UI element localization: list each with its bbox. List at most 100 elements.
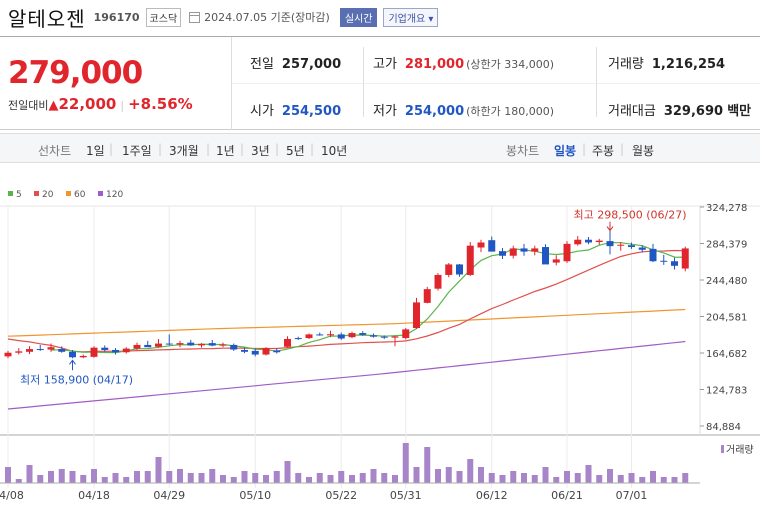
candle-body bbox=[284, 338, 291, 347]
volume-bar bbox=[273, 471, 280, 483]
tab-1d[interactable]: 1일 bbox=[86, 142, 105, 159]
candle-body bbox=[423, 289, 431, 303]
legend-swatch bbox=[8, 191, 13, 196]
volume-legend-label: 거래량 bbox=[726, 444, 754, 456]
volume-bar bbox=[241, 471, 248, 483]
tab-daily[interactable]: 일봉 bbox=[554, 142, 576, 159]
candle-body bbox=[348, 333, 356, 338]
candle-body bbox=[305, 334, 313, 339]
realtime-button[interactable]: 실시간 bbox=[339, 7, 378, 27]
candle-body bbox=[122, 348, 130, 353]
tab-monthly[interactable]: 월봉 bbox=[632, 142, 654, 159]
candle-body bbox=[176, 343, 184, 345]
candle-body bbox=[499, 251, 506, 256]
candle-body bbox=[15, 351, 23, 353]
volume-bar bbox=[166, 471, 173, 483]
volume-bar bbox=[91, 469, 97, 483]
volume-bar bbox=[553, 477, 560, 483]
volume-bar bbox=[134, 471, 140, 483]
tab-1y[interactable]: 1년 bbox=[216, 142, 235, 159]
candlestick-chart[interactable]: 5 20 60 120 324,278 284,379 244,480 204,581 164… bbox=[0, 163, 760, 510]
volume-bar bbox=[349, 475, 355, 483]
candle-body bbox=[133, 344, 141, 349]
candle-body bbox=[155, 343, 162, 347]
volume-bar bbox=[370, 469, 377, 483]
high-price: 고가 281,000 (상한가 334,000) bbox=[373, 57, 555, 72]
x-tick-label: 07/01 bbox=[616, 489, 648, 502]
x-tick-label: 05/10 bbox=[239, 489, 271, 502]
y-tick-label: 204,581 bbox=[706, 313, 747, 324]
volume-bar bbox=[316, 473, 323, 483]
volume-bar bbox=[15, 479, 22, 483]
volume-bar bbox=[650, 471, 656, 483]
candle-body bbox=[628, 245, 635, 248]
volume-bar bbox=[295, 473, 302, 483]
high-annotation: 최고 298,500 (06/27) bbox=[573, 209, 686, 222]
x-tick-label: 06/12 bbox=[476, 489, 508, 502]
volume-bar bbox=[596, 475, 603, 483]
candle-body bbox=[198, 344, 205, 346]
candle-chart-label: 봉차트 bbox=[506, 144, 540, 158]
candle-body bbox=[552, 259, 560, 263]
x-axis: 04/08 04/18 04/29 05/10 05/22 05/31 06/12 06/21… bbox=[0, 482, 700, 502]
volume-bar bbox=[574, 473, 581, 483]
volume-bar bbox=[306, 477, 312, 483]
volume-bar bbox=[187, 473, 194, 483]
legend-label: 20 bbox=[42, 190, 54, 200]
volume-bar bbox=[585, 465, 592, 483]
candle-body bbox=[434, 274, 442, 289]
volume-bar bbox=[5, 467, 11, 483]
candle-body bbox=[26, 349, 33, 352]
candle-body bbox=[262, 348, 270, 355]
y-axis: 324,278 284,379 244,480 204,581 164,682 124,7… bbox=[700, 203, 747, 433]
candle-body bbox=[241, 349, 248, 352]
quote-date: 2024.07.05 기준(장마감) bbox=[204, 11, 330, 24]
candle-body bbox=[509, 248, 517, 256]
candle-body bbox=[660, 260, 668, 262]
volume-bar bbox=[435, 469, 441, 483]
tab-3m[interactable]: 3개월 bbox=[169, 142, 199, 159]
volume-bar bbox=[510, 471, 517, 483]
candle-body bbox=[531, 248, 539, 252]
volume-bars: 거래량 bbox=[5, 443, 754, 483]
volume-bar bbox=[499, 475, 506, 483]
volume-bar bbox=[230, 477, 237, 483]
volume-bar bbox=[26, 465, 33, 483]
volume-bar bbox=[37, 475, 44, 483]
price-summary: 279,000 전일대비▲22,000 | +8.56% 전일 257,000 고가 2… bbox=[0, 36, 760, 130]
volume-bar bbox=[478, 467, 484, 483]
candle-body bbox=[542, 247, 549, 265]
volume-bar bbox=[327, 475, 334, 483]
tab-10y[interactable]: 10년 bbox=[321, 142, 347, 159]
legend-swatch bbox=[98, 191, 103, 196]
company-overview-dropdown[interactable]: 기업개요 ▾ bbox=[383, 7, 439, 27]
change-label: 전일대비 bbox=[8, 99, 49, 112]
ma20-line bbox=[7, 249, 686, 353]
tab-3y[interactable]: 3년 bbox=[251, 142, 270, 159]
candle-body bbox=[445, 264, 453, 275]
volume-bar bbox=[220, 475, 226, 483]
chart-annotations: 최고 298,500 (06/27) 최저 158,900 (04/17) bbox=[20, 209, 687, 387]
volume-bar bbox=[521, 473, 527, 483]
line-chart-label: 선차트 bbox=[38, 144, 72, 158]
ma5-line bbox=[50, 241, 686, 354]
volume-bar bbox=[177, 469, 183, 483]
candle-body bbox=[4, 352, 12, 357]
candle-body bbox=[208, 343, 216, 346]
volume-bar bbox=[198, 473, 205, 483]
stock-header: 알테오젠 196170 코스닥 2024.07.05 기준(장마감) 실시간 기… bbox=[0, 0, 760, 34]
candle-body bbox=[294, 338, 302, 340]
tab-5y[interactable]: 5년 bbox=[286, 142, 305, 159]
volume-bar bbox=[413, 467, 420, 483]
volume-bar bbox=[488, 473, 495, 483]
candle-body bbox=[617, 244, 625, 246]
tab-1w[interactable]: 1주일 bbox=[122, 142, 152, 159]
volume-bar bbox=[338, 471, 345, 483]
candle-body bbox=[671, 261, 678, 266]
candle-body bbox=[47, 347, 55, 350]
volume-bar bbox=[359, 473, 366, 483]
volume-bar bbox=[381, 473, 388, 483]
x-tick-label: 05/31 bbox=[390, 489, 422, 502]
current-price: 279,000 bbox=[8, 55, 143, 91]
tab-weekly[interactable]: 주봉 bbox=[592, 142, 614, 159]
